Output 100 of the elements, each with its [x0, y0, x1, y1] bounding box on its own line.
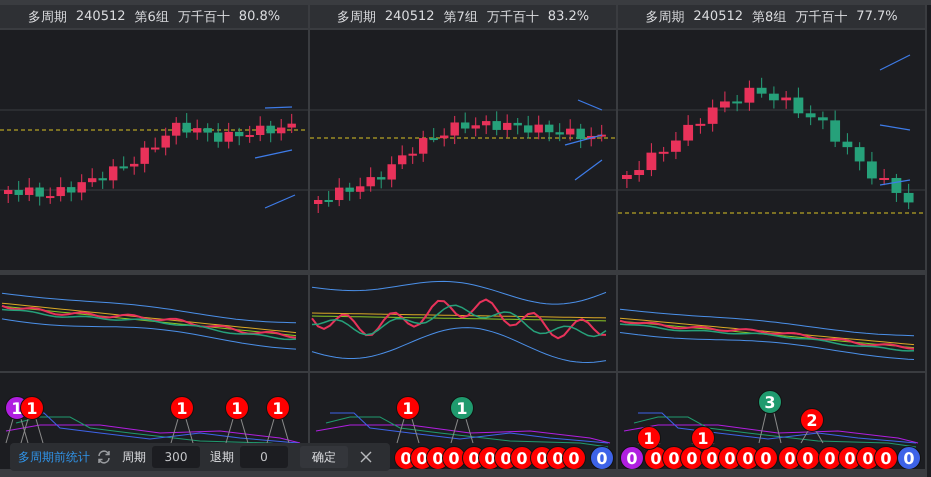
candlestick	[867, 151, 877, 185]
candlestick	[598, 124, 606, 142]
candlestick	[109, 158, 118, 190]
candlestick	[419, 130, 428, 162]
header-text: 240512	[693, 9, 744, 24]
candlestick	[67, 180, 76, 202]
count-badge: 0	[754, 446, 778, 469]
candlestick	[769, 86, 779, 110]
input-field[interactable]: 300	[152, 446, 200, 468]
header-text: 77.7%	[856, 9, 898, 24]
candlestick	[658, 146, 669, 162]
candlestick	[781, 90, 792, 110]
trend-line	[564, 134, 602, 146]
candlestick	[756, 77, 767, 98]
candlestick	[4, 186, 12, 204]
candlestick	[482, 114, 490, 135]
count-badge: 1	[396, 396, 420, 420]
header-text: 万千百十	[486, 8, 539, 26]
leader-lines	[226, 418, 248, 444]
candlestick	[892, 173, 902, 202]
count-badge: 0	[796, 446, 820, 469]
candlestick	[408, 146, 417, 164]
candlestick	[671, 132, 681, 160]
candlestick	[246, 125, 254, 144]
header-text: 80.8%	[238, 9, 280, 24]
candlestick	[235, 127, 244, 146]
header-text: 多周期	[336, 8, 376, 26]
header-text: 第8组	[752, 8, 786, 26]
candlestick	[120, 156, 128, 172]
candlestick	[818, 111, 828, 130]
leader-lines	[266, 418, 290, 444]
leader-lines	[6, 418, 28, 444]
candlestick	[744, 80, 754, 112]
count-badge: 0	[897, 446, 921, 469]
leader-lines	[170, 418, 194, 444]
candlestick	[472, 116, 480, 137]
candlestick	[524, 115, 532, 140]
count-badge: 0	[874, 446, 898, 469]
candlestick	[36, 182, 44, 206]
candlestick	[732, 94, 742, 112]
trend-line	[578, 99, 602, 111]
candlestick	[492, 110, 501, 136]
candlestick	[277, 118, 286, 142]
count-badge: 1	[20, 396, 44, 420]
count-badge: 0	[620, 446, 644, 469]
candlestick	[634, 160, 644, 182]
candlestick	[25, 178, 34, 202]
leader-lines	[396, 418, 420, 444]
candlestick	[214, 122, 222, 148]
close-icon[interactable]	[360, 451, 372, 463]
candlestick	[720, 91, 730, 113]
candlestick	[622, 170, 632, 188]
candlestick	[461, 112, 470, 134]
candlestick	[708, 99, 718, 132]
candlestick	[224, 122, 233, 149]
candlestick	[514, 118, 522, 135]
leader-lines	[800, 430, 824, 444]
candlestick	[266, 120, 275, 143]
leader-lines	[20, 418, 44, 444]
candlestick	[288, 113, 296, 134]
input-field[interactable]: 0	[240, 446, 288, 468]
candlestick	[162, 127, 170, 156]
candlestick	[14, 180, 23, 202]
confirm-button[interactable]: 确定	[300, 446, 348, 468]
count-badge: 1	[691, 426, 715, 450]
candlestick	[78, 174, 86, 201]
candlestick	[256, 116, 264, 142]
back-period-label: 退期	[210, 448, 234, 466]
header-text: 多周期	[28, 8, 67, 26]
count-badge: 1	[266, 396, 290, 420]
candlestick	[388, 156, 396, 188]
candlestick	[56, 176, 65, 202]
candlestick	[88, 168, 96, 188]
candlestick	[566, 118, 574, 142]
candlestick	[314, 196, 322, 214]
candlestick	[534, 115, 543, 140]
header-text: 多周期	[645, 8, 684, 26]
count-badge: 3	[758, 390, 782, 414]
candlestick	[646, 142, 656, 177]
candlestick	[503, 114, 512, 138]
candlestick	[545, 120, 554, 142]
candlestick	[842, 132, 852, 155]
candlestick	[576, 123, 585, 149]
candlestick	[335, 178, 344, 207]
candlestick	[440, 128, 448, 147]
header-text: 240512	[76, 9, 126, 24]
statistics-link[interactable]: 多周期前统计	[18, 448, 90, 466]
candlestick	[430, 128, 438, 143]
candlestick	[696, 118, 706, 134]
trend-line	[254, 149, 292, 159]
trend-line	[264, 106, 292, 109]
trend-line	[880, 179, 910, 186]
refresh-icon[interactable]	[96, 449, 112, 465]
candlestick	[450, 115, 459, 145]
count-badge: 1	[637, 426, 661, 450]
candlestick	[182, 112, 191, 138]
candlestick	[130, 156, 138, 176]
trend-line	[574, 160, 602, 180]
candlestick	[794, 87, 804, 118]
candlestick	[806, 104, 816, 126]
